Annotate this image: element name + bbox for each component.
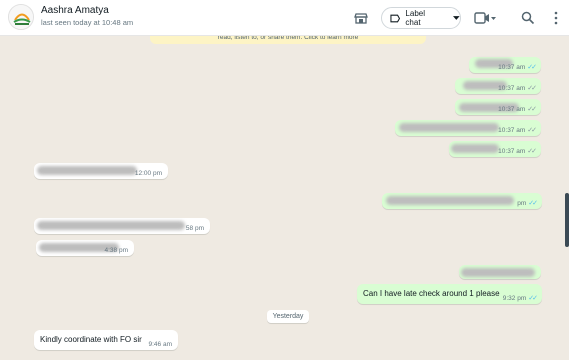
message-time: 9:46 am — [148, 341, 173, 348]
read-ticks-icon: ✓✓ — [527, 64, 537, 71]
message-bubble-incoming[interactable]: Kindly coordinate with FO sir 9:46 am — [34, 330, 178, 350]
shop-icon[interactable] — [352, 9, 370, 27]
last-seen-status: last seen today at 10:48 am — [41, 18, 134, 27]
redacted-text — [37, 221, 185, 230]
message-time: pm ✓✓ — [517, 200, 538, 207]
message-bubble-outgoing[interactable]: 10:37 am ✓✓ — [455, 99, 541, 115]
date-divider: Yesterday — [267, 310, 309, 323]
delivered-ticks-icon: ✓✓ — [527, 148, 537, 155]
label-chat-text: Label chat — [405, 9, 425, 27]
chat-header: Aashra Amatya last seen today at 10:48 a… — [0, 0, 569, 36]
message-bubble-outgoing[interactable] — [459, 265, 541, 279]
message-time: 12:00 pm — [134, 170, 162, 177]
message-time: 9:32 pm ✓✓ — [502, 295, 538, 302]
message-time: 4:38 pm — [104, 247, 129, 254]
delivered-ticks-icon: ✓✓ — [527, 85, 537, 92]
message-bubble-outgoing[interactable]: Can I have late check around 1 please 9:… — [357, 284, 542, 304]
video-call-button[interactable] — [472, 9, 498, 27]
message-bubble-incoming[interactable]: 58 pm — [34, 218, 210, 234]
message-text: Kindly coordinate with FO sir — [40, 335, 142, 344]
label-chat-button[interactable]: Label chat — [381, 7, 461, 29]
delivered-ticks-icon: ✓✓ — [527, 106, 537, 113]
search-icon[interactable] — [519, 9, 537, 27]
redacted-text — [451, 144, 499, 153]
message-time: 10:37 am ✓✓ — [498, 64, 537, 71]
encryption-notice[interactable]: read, listen to, or share them. Click to… — [150, 36, 426, 44]
scrollbar-thumb[interactable] — [565, 193, 569, 247]
chat-panel[interactable]: read, listen to, or share them. Click to… — [0, 36, 569, 360]
message-bubble-outgoing[interactable]: pm ✓✓ — [382, 193, 542, 209]
redacted-text — [37, 166, 137, 175]
redacted-text — [461, 268, 535, 277]
delivered-ticks-icon: ✓✓ — [527, 127, 537, 134]
read-ticks-icon: ✓✓ — [528, 200, 538, 207]
message-bubble-incoming[interactable]: 4:38 pm — [36, 240, 134, 256]
message-time: 10:37 am ✓✓ — [498, 127, 537, 134]
message-time: 10:37 am ✓✓ — [498, 106, 537, 113]
label-icon — [390, 14, 401, 22]
video-call-icon — [474, 12, 496, 24]
message-time: 58 pm — [185, 225, 204, 232]
avatar[interactable] — [8, 4, 34, 30]
message-time: 10:37 am ✓✓ — [498, 148, 537, 155]
more-options-icon[interactable] — [550, 9, 562, 27]
message-bubble-outgoing[interactable]: 10:37 am ✓✓ — [449, 141, 541, 157]
avatar-logo — [9, 5, 33, 29]
message-bubble-incoming[interactable]: 12:00 pm — [34, 163, 168, 179]
message-bubble-outgoing[interactable]: 10:37 am ✓✓ — [469, 57, 541, 73]
message-text: Can I have late check around 1 please — [363, 289, 500, 298]
contact-name[interactable]: Aashra Amatya — [41, 5, 109, 16]
redacted-text — [399, 123, 499, 132]
caret-down-icon — [453, 15, 460, 20]
message-bubble-outgoing[interactable]: 10:37 am ✓✓ — [395, 120, 541, 136]
read-ticks-icon: ✓✓ — [528, 295, 538, 302]
redacted-text — [386, 196, 514, 205]
message-bubble-outgoing[interactable]: 10:37 am ✓✓ — [455, 78, 541, 94]
message-time: 10:37 am ✓✓ — [498, 85, 537, 92]
